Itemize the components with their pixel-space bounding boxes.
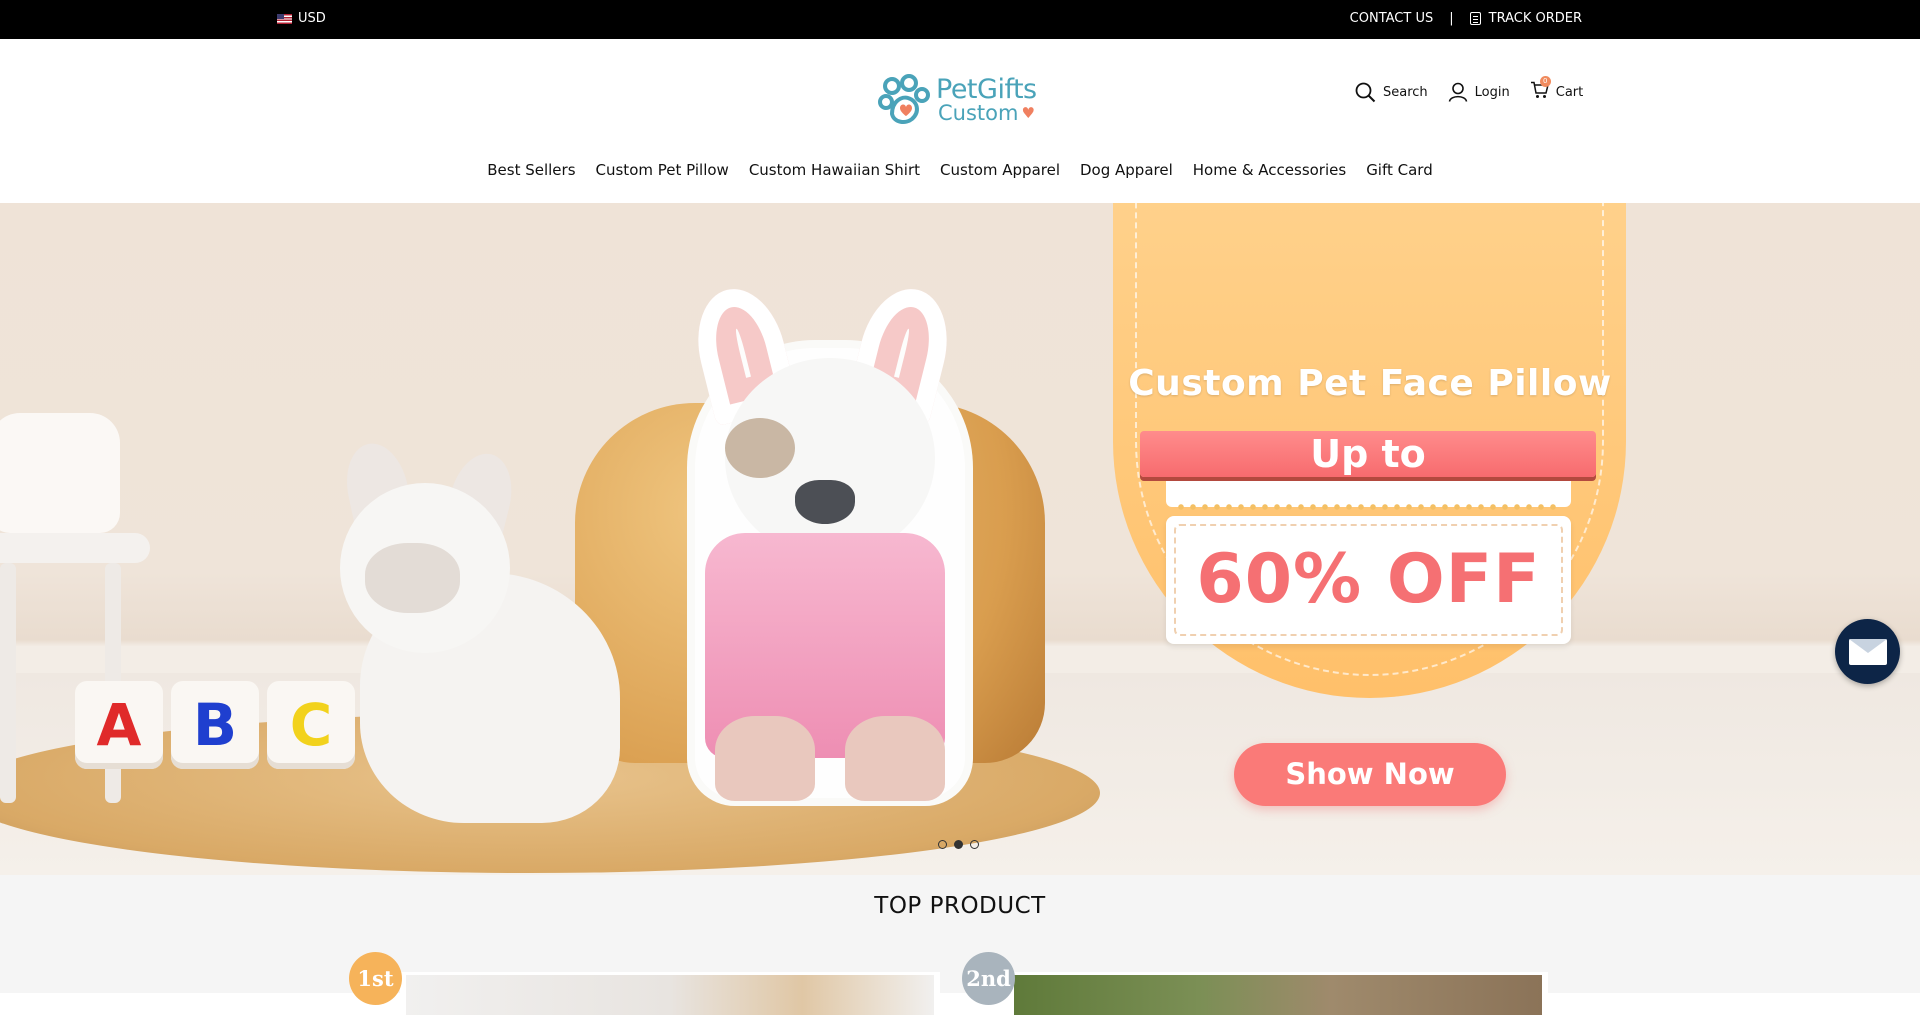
product-card-1[interactable] [400,972,940,1015]
search-icon [1355,82,1376,102]
hero-banner[interactable]: A B C Custom Pet Face Pillow Up to 60% O… [0,203,1920,875]
us-flag-icon [277,13,292,24]
mail-icon [1848,638,1887,665]
logo-text-line1: PetGifts [936,74,1037,105]
nav-item-gift-card[interactable]: Gift Card [1366,161,1433,179]
top-bar: USD CONTACT US | TRACK ORDER [0,0,1920,39]
rank-badge-2: 2nd [962,952,1015,1005]
clipboard-icon [1469,12,1481,25]
paw-logo-icon [878,74,930,126]
promo-ribbon: Up to [1140,431,1596,477]
currency-label: USD [298,11,326,26]
nav-item-custom-hawaiian-shirt[interactable]: Custom Hawaiian Shirt [749,161,920,179]
top-links: CONTACT US | TRACK ORDER [1350,11,1582,26]
cart-label: Cart [1555,84,1584,100]
letter-block: B [171,681,259,769]
cart-count-badge: 0 [1539,76,1551,87]
site-logo[interactable]: PetGifts Custom ♥ [878,72,1043,128]
cart-button[interactable]: 0 Cart [1530,76,1584,103]
login-button[interactable]: Login [1448,82,1510,102]
hero-french-bulldog [338,437,650,823]
section-title: TOP PRODUCT [874,893,1046,919]
contact-mail-button[interactable] [1835,619,1900,684]
hero-pet-face-pillow [655,268,1000,803]
nav-item-custom-apparel[interactable]: Custom Apparel [940,161,1060,179]
nav-item-custom-pet-pillow[interactable]: Custom Pet Pillow [596,161,729,179]
letter-block: A [75,681,163,769]
carousel-dot-1[interactable] [938,840,947,849]
login-label: Login [1474,84,1510,100]
hero-plush-toy [0,413,120,533]
top-links-separator: | [1449,11,1454,26]
currency-selector[interactable]: USD [277,11,326,26]
main-nav: Best Sellers Custom Pet Pillow Custom Ha… [0,161,1920,179]
promo-dots-divider [1175,503,1561,511]
nav-item-home-accessories[interactable]: Home & Accessories [1193,161,1346,179]
nav-item-dog-apparel[interactable]: Dog Apparel [1080,161,1173,179]
carousel-dots [938,840,979,849]
header-actions: Search Login 0 Cart [1355,76,1584,103]
product-image [406,975,934,1015]
track-order-label: TRACK ORDER [1488,11,1582,26]
top-product-section: TOP PRODUCT 1st 2nd [0,875,1920,1015]
rank-badge-1: 1st [349,952,402,1005]
site-header: PetGifts Custom ♥ Search Login 0 Cart Be… [0,39,1920,203]
product-image [1014,975,1542,1015]
contact-us-link[interactable]: CONTACT US [1350,11,1434,26]
hero-stool [0,533,150,813]
logo-text-line2: Custom [938,101,1019,125]
search-label: Search [1383,84,1428,100]
search-button[interactable]: Search [1355,82,1428,103]
promo-offer-text: 60% OFF [1196,540,1541,619]
user-icon [1448,82,1467,102]
nav-item-best-sellers[interactable]: Best Sellers [487,161,575,179]
heart-icon: ♥ [1021,104,1035,122]
hero-title: Custom Pet Face Pillow [1128,363,1612,404]
show-now-button[interactable]: Show Now [1234,743,1506,806]
product-card-2[interactable] [1008,972,1548,1015]
track-order-link[interactable]: TRACK ORDER [1469,11,1582,26]
carousel-dot-2[interactable] [954,840,963,849]
hero-letter-blocks: A B C [75,681,355,769]
carousel-dot-3[interactable] [970,840,979,849]
